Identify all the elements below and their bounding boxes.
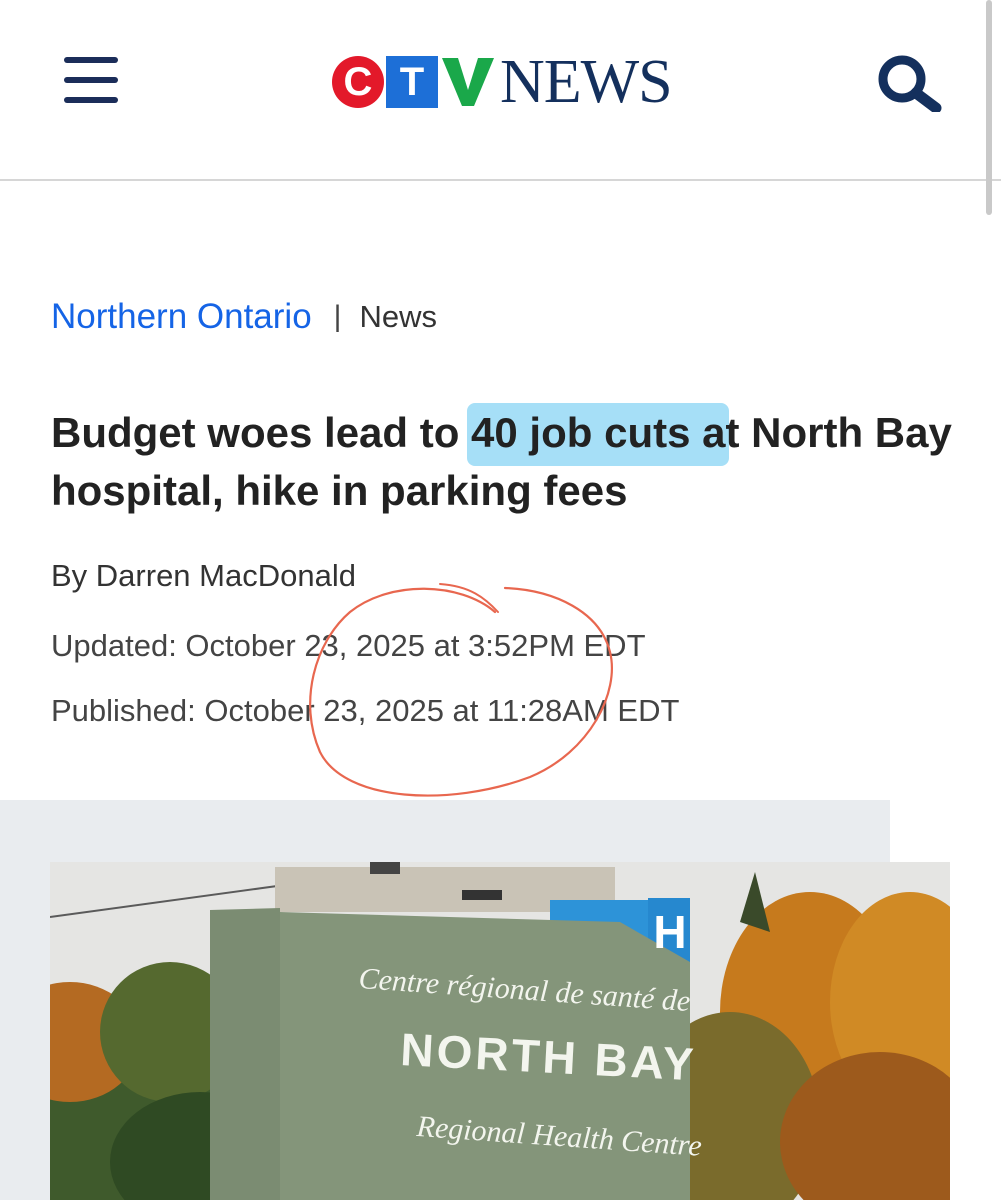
breadcrumb: Northern Ontario | News xyxy=(51,296,437,338)
logo-v-letter xyxy=(442,58,494,106)
breadcrumb-separator: | xyxy=(333,300,342,333)
byline-text: By Darren MacDonald xyxy=(51,558,356,593)
headline-highlighted-text: 40 job cuts a xyxy=(467,403,730,466)
headline-text-start: Budget woes lead to xyxy=(51,409,472,456)
scrollbar[interactable] xyxy=(986,0,992,215)
article-headline: Budget woes lead to 40 job cuts at North… xyxy=(51,403,971,520)
published-timestamp: Published: October 23, 2025 at 11:28AM E… xyxy=(51,693,680,728)
page: C T NEWS Northern Ontario | News Budget … xyxy=(0,0,1001,1200)
ctv-news-logo[interactable]: C T NEWS xyxy=(332,48,673,116)
section-link-news[interactable]: News xyxy=(359,299,437,335)
article-byline[interactable]: By Darren MacDonald xyxy=(51,558,356,594)
article-hero-photo[interactable]: H Centre régional de santé de NORTH BAY … xyxy=(50,862,950,1200)
logo-news-wordmark: NEWS xyxy=(500,48,673,116)
menu-bar xyxy=(64,77,118,83)
menu-bar xyxy=(64,57,118,63)
updated-timestamp: Updated: October 23, 2025 at 3:52PM EDT xyxy=(51,628,646,663)
logo-t-letter: T xyxy=(386,56,438,108)
section-link-northern-ontario[interactable]: Northern Ontario xyxy=(51,297,312,337)
site-header: C T NEWS xyxy=(0,0,1001,181)
menu-bar xyxy=(64,97,118,103)
hand-drawn-circle-annotation xyxy=(309,583,613,797)
hospital-h-sign: H xyxy=(653,906,687,958)
search-icon[interactable] xyxy=(876,54,942,114)
hamburger-menu-icon[interactable] xyxy=(64,57,118,103)
logo-c-letter: C xyxy=(332,56,384,108)
